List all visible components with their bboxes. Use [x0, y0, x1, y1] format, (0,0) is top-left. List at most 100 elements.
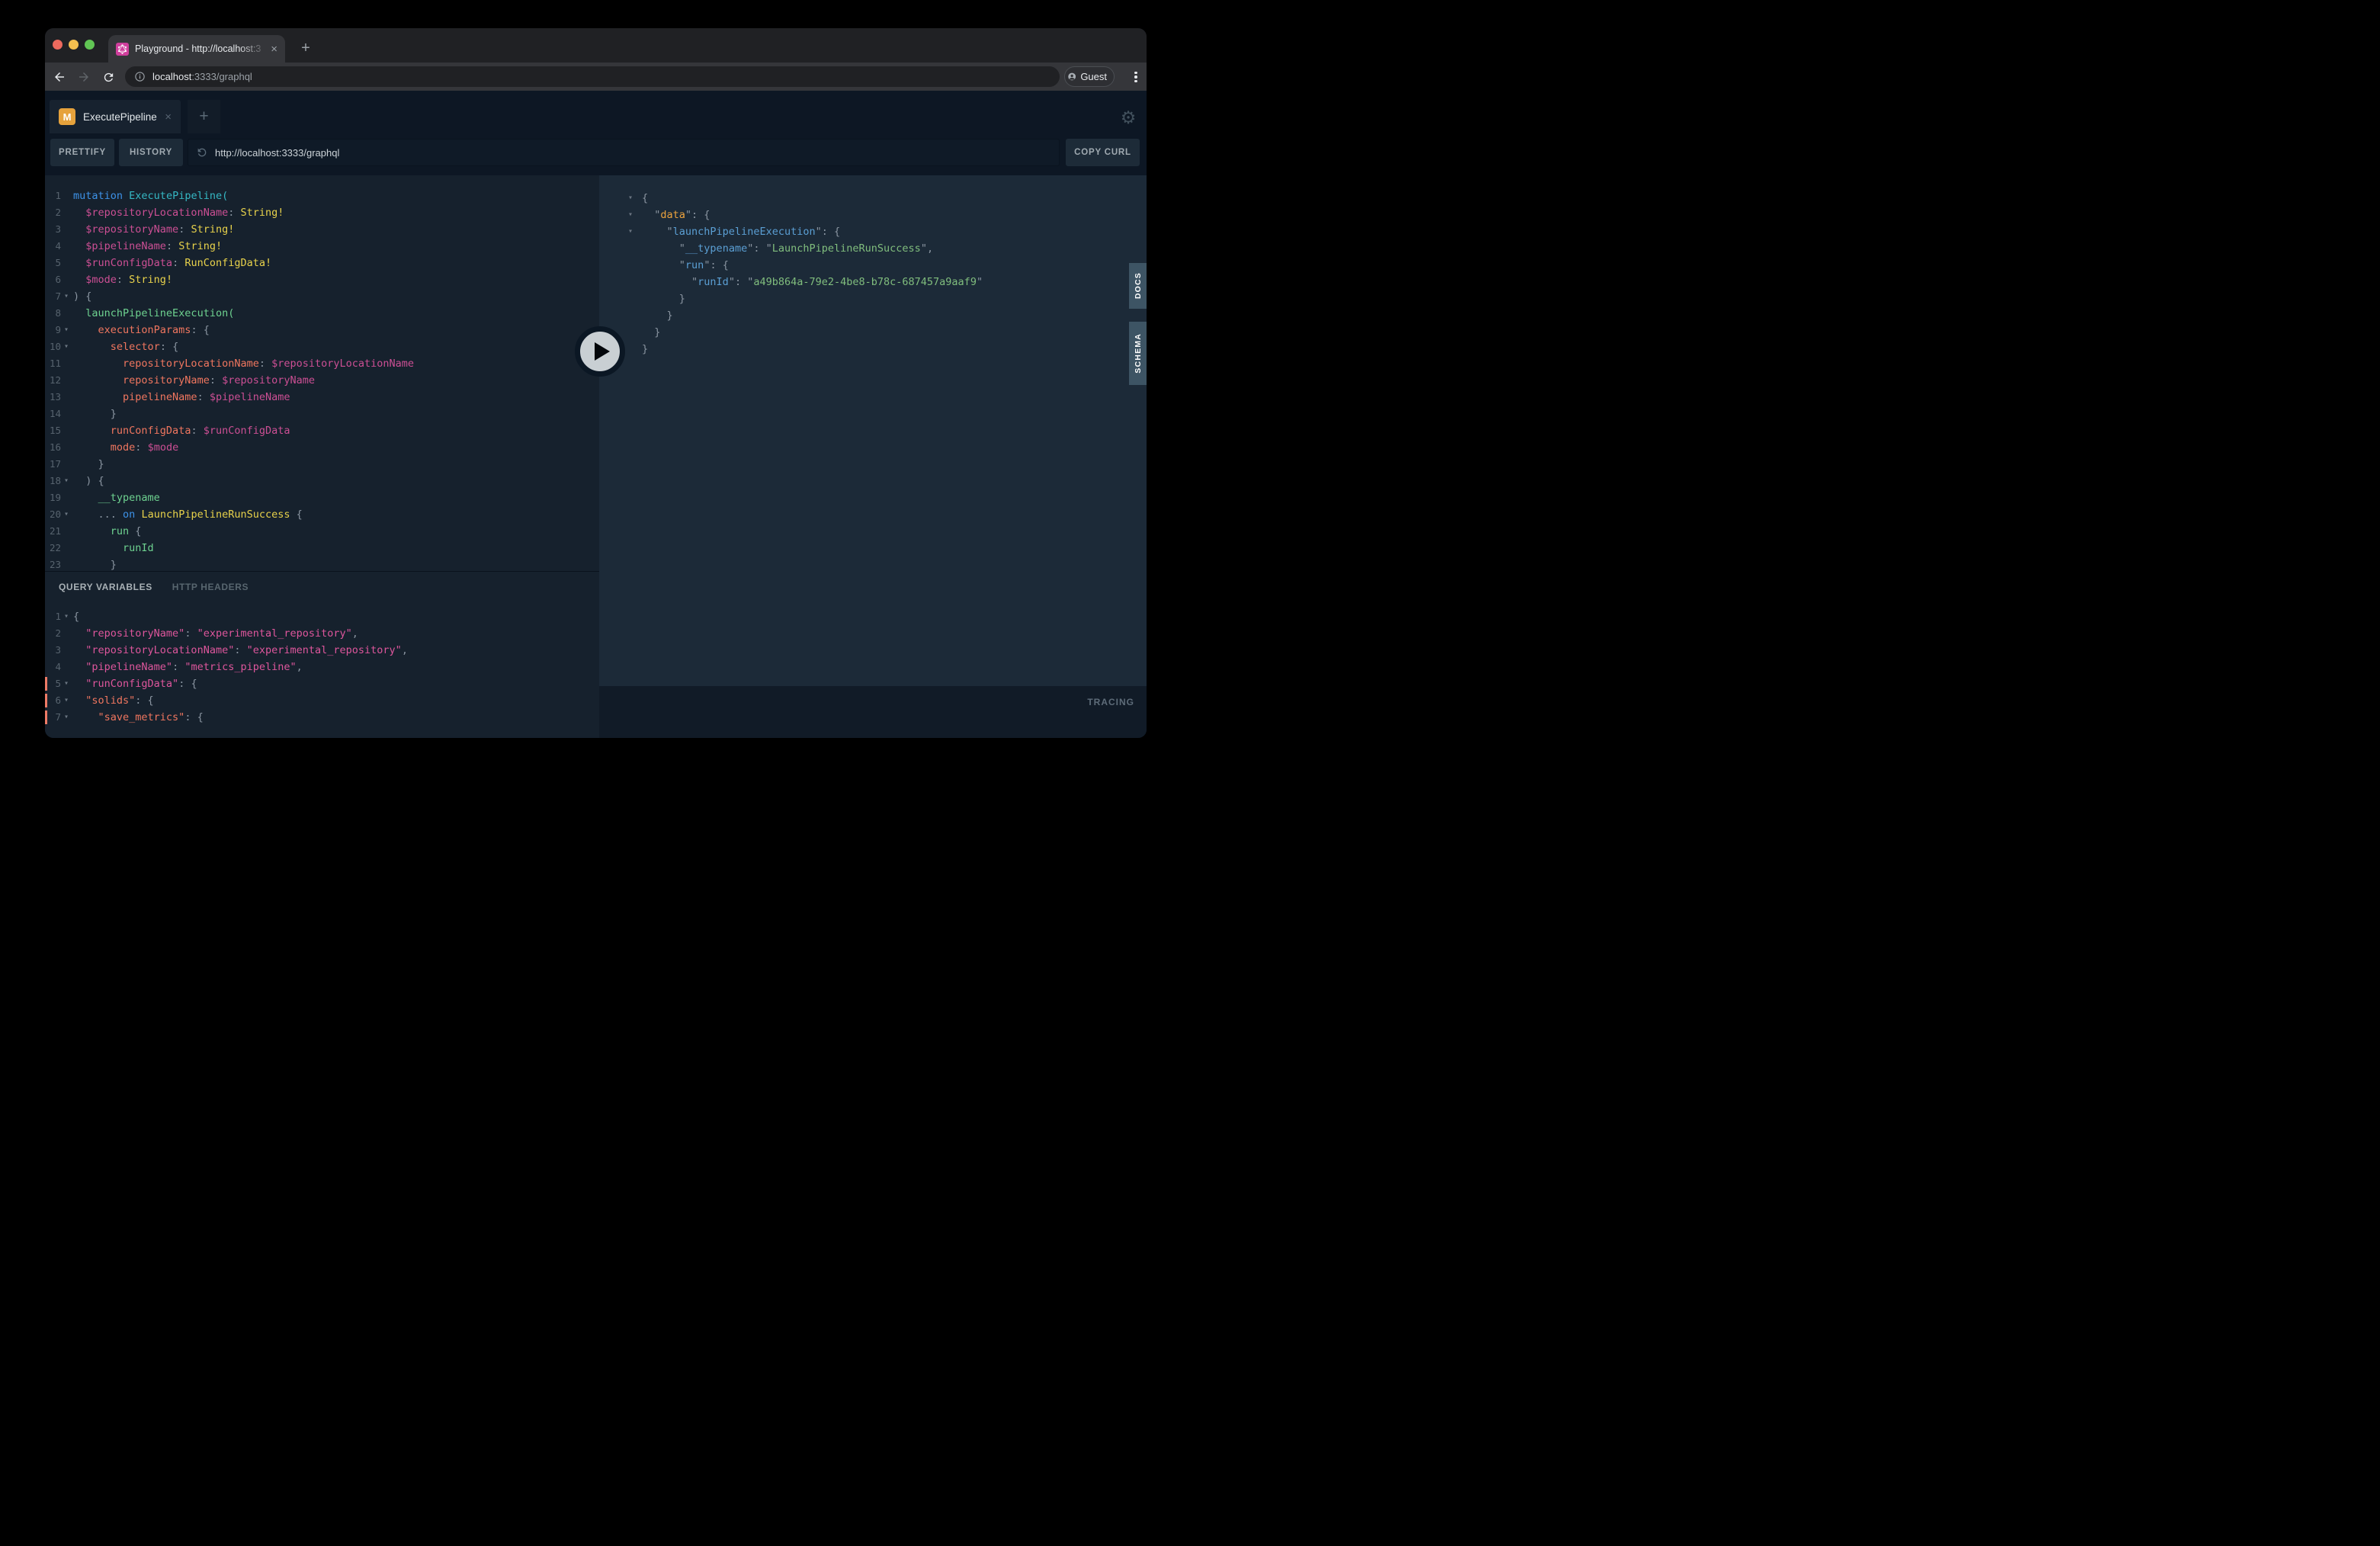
code-line: 1▾{ — [45, 608, 599, 625]
settings-gear-icon[interactable]: ⚙ — [1117, 106, 1140, 129]
code-line: 18▾ ) { — [45, 473, 599, 489]
code-text: $pipelineName: String! — [72, 238, 222, 255]
code-text: runId — [72, 540, 154, 556]
code-line: 17 } — [45, 456, 599, 473]
code-line: } — [599, 324, 1147, 341]
execute-play-button[interactable] — [575, 326, 625, 377]
maximize-window-button[interactable] — [85, 40, 95, 50]
playground-tab-bar: M ExecutePipeline × + ⚙ — [45, 100, 1147, 133]
tracing-label[interactable]: TRACING — [1087, 697, 1134, 707]
fold-arrow-icon[interactable]: ▾ — [61, 322, 72, 338]
copy-curl-button[interactable]: COPY CURL — [1066, 139, 1140, 166]
browser-tab-strip: Playground - http://localhost:3 × + — [45, 28, 1147, 63]
fold-arrow-icon[interactable]: ▾ — [61, 709, 72, 726]
address-bar[interactable]: localhost:3333/graphql — [125, 66, 1060, 87]
browser-window: Playground - http://localhost:3 × + loca… — [45, 28, 1147, 738]
avatar — [1068, 69, 1076, 84]
new-query-tab-button[interactable]: + — [188, 100, 220, 133]
back-icon[interactable] — [51, 69, 68, 85]
line-number: 3 — [45, 642, 61, 659]
fold-spacer — [61, 456, 72, 473]
line-number: 8 — [45, 305, 61, 322]
code-text: $mode: String! — [72, 271, 172, 288]
line-number: 23 — [45, 556, 61, 571]
playground-toolbar: PRETTIFY HISTORY http://localhost:3333/g… — [45, 139, 1147, 166]
tab-http-headers[interactable]: HTTP HEADERS — [172, 582, 249, 592]
code-text: "__typename": "LaunchPipelineRunSuccess"… — [636, 240, 933, 257]
fold-spacer — [61, 406, 72, 422]
prettify-button[interactable]: PRETTIFY — [50, 139, 114, 166]
browser-menu-icon[interactable] — [1127, 69, 1144, 85]
history-button[interactable]: HISTORY — [119, 139, 183, 166]
schema-side-tab[interactable]: SCHEMA — [1129, 322, 1147, 385]
fold-arrow-icon[interactable]: ▾ — [61, 675, 72, 692]
tab-close-icon[interactable]: × — [271, 43, 277, 55]
line-number: 13 — [45, 389, 61, 406]
minimize-window-button[interactable] — [69, 40, 79, 50]
tab-execute-pipeline[interactable]: M ExecutePipeline × — [50, 100, 181, 133]
code-line: 20▾ ... on LaunchPipelineRunSuccess { — [45, 506, 599, 523]
line-number: 21 — [45, 523, 61, 540]
lint-marker — [45, 710, 47, 724]
playground-tab-close-icon[interactable]: × — [165, 111, 172, 123]
close-window-button[interactable] — [53, 40, 63, 50]
fold-arrow-icon[interactable]: ▾ — [625, 223, 636, 240]
line-number: 1 — [45, 188, 61, 204]
variables-editor[interactable]: 1▾{2 "repositoryName": "experimental_rep… — [45, 602, 599, 726]
reload-icon[interactable] — [100, 69, 117, 85]
code-line: ▾ "launchPipelineExecution": { — [599, 223, 1147, 240]
site-info-icon[interactable] — [134, 71, 146, 82]
fold-arrow-icon[interactable]: ▾ — [625, 207, 636, 223]
new-tab-button[interactable]: + — [297, 39, 315, 57]
docs-side-tab[interactable]: DOCS — [1129, 263, 1147, 309]
fold-spacer — [61, 204, 72, 221]
code-line: 22 runId — [45, 540, 599, 556]
code-text: repositoryName: $repositoryName — [72, 372, 315, 389]
code-text: "save_metrics": { — [72, 709, 204, 726]
fold-arrow-icon[interactable]: ▾ — [61, 473, 72, 489]
fold-spacer — [61, 439, 72, 456]
fold-arrow-icon[interactable]: ▾ — [61, 506, 72, 523]
fold-arrow-icon[interactable]: ▾ — [61, 692, 72, 709]
line-number: 7 — [45, 288, 61, 305]
fold-spacer — [61, 188, 72, 204]
code-text: } — [636, 290, 685, 307]
browser-tab[interactable]: Playground - http://localhost:3 × — [108, 35, 285, 63]
code-text: "run": { — [636, 257, 729, 274]
code-text: "launchPipelineExecution": { — [636, 223, 840, 240]
line-number: 15 — [45, 422, 61, 439]
url-path: :3333/graphql — [191, 71, 252, 82]
endpoint-input[interactable]: http://localhost:3333/graphql — [188, 139, 1060, 166]
query-editor[interactable]: 1mutation ExecutePipeline(2 $repositoryL… — [45, 175, 599, 571]
line-number: 2 — [45, 204, 61, 221]
code-line: ▾ "data": { — [599, 207, 1147, 223]
fold-spacer — [61, 659, 72, 675]
forward-icon[interactable] — [75, 69, 92, 85]
code-line: 21 run { — [45, 523, 599, 540]
code-text: "repositoryLocationName": "experimental_… — [72, 642, 408, 659]
endpoint-reload-icon[interactable] — [196, 146, 208, 159]
code-line: ▾{ — [599, 190, 1147, 207]
line-number: 9 — [45, 322, 61, 338]
browser-tab-title: Playground - http://localhost:3 — [135, 43, 268, 54]
line-number: 22 — [45, 540, 61, 556]
fold-spacer — [61, 540, 72, 556]
code-text: } — [636, 307, 673, 324]
code-text: mutation ExecutePipeline( — [72, 188, 228, 204]
code-line: } — [599, 290, 1147, 307]
line-number: 17 — [45, 456, 61, 473]
profile-button[interactable]: Guest — [1064, 66, 1115, 87]
lint-marker — [45, 677, 47, 691]
code-line: "runId": "a49b864a-79e2-4be8-b78c-687457… — [599, 274, 1147, 290]
code-line: 12 repositoryName: $repositoryName — [45, 372, 599, 389]
code-text: } — [72, 406, 117, 422]
line-number: 14 — [45, 406, 61, 422]
lint-marker — [45, 694, 47, 707]
fold-arrow-icon[interactable]: ▾ — [625, 190, 636, 207]
fold-arrow-icon[interactable]: ▾ — [61, 338, 72, 355]
tab-query-variables[interactable]: QUERY VARIABLES — [59, 582, 152, 592]
fold-arrow-icon[interactable]: ▾ — [61, 608, 72, 625]
code-text: "repositoryName": "experimental_reposito… — [72, 625, 358, 642]
fold-arrow-icon[interactable]: ▾ — [61, 288, 72, 305]
fold-spacer — [61, 625, 72, 642]
